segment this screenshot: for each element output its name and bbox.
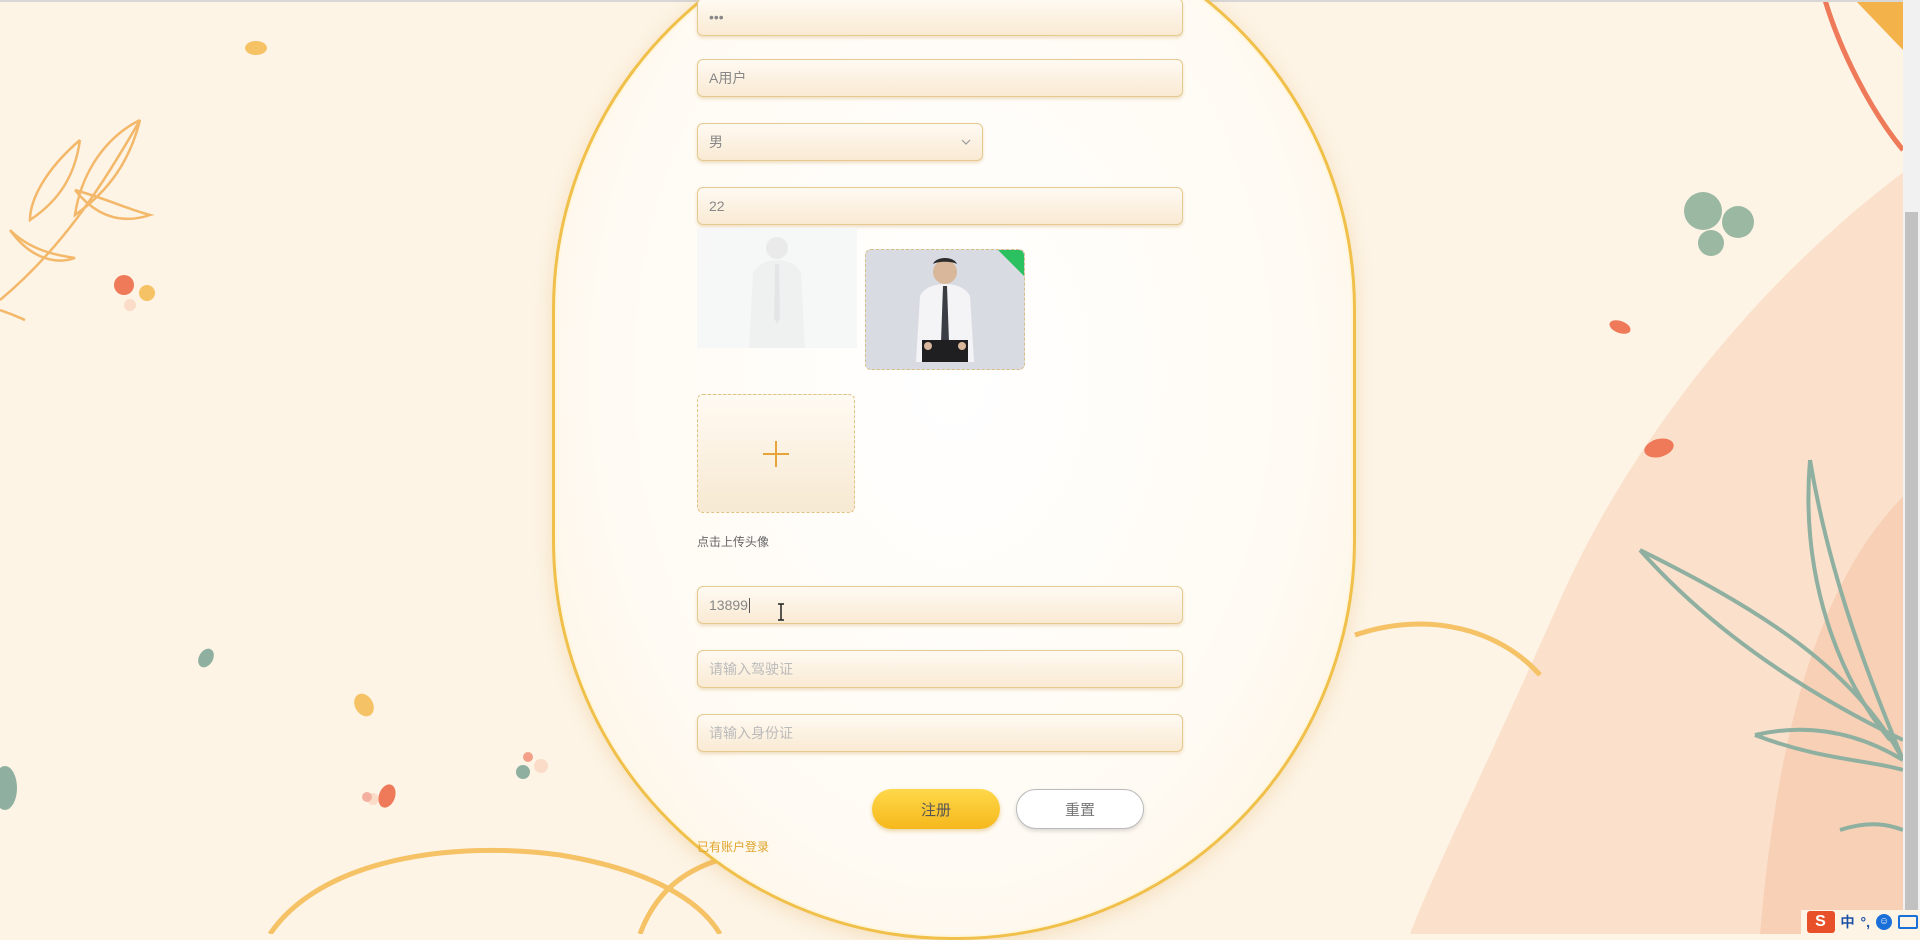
id-card-field[interactable]: 请输入身份证	[697, 714, 1183, 752]
ime-toolbar[interactable]: S 中 °, ☺	[1801, 910, 1920, 934]
age-field[interactable]: 22	[697, 187, 1183, 225]
gender-select[interactable]: 男	[697, 123, 983, 161]
avatar-upload-button[interactable]	[697, 394, 855, 513]
phone-field[interactable]: 13899	[697, 586, 1183, 624]
upload-tip: 点击上传头像	[697, 533, 769, 550]
register-button[interactable]: 注册	[872, 789, 1000, 829]
vertical-scrollbar[interactable]	[1903, 0, 1920, 934]
person-image	[697, 228, 857, 348]
age-value: 22	[709, 198, 725, 214]
reset-button[interactable]: 重置	[1016, 789, 1144, 829]
login-link[interactable]: 已有账户登录	[697, 838, 769, 855]
password-field[interactable]: •••	[697, 0, 1183, 36]
driver-license-placeholder: 请输入驾驶证	[709, 659, 793, 679]
uploaded-avatar[interactable]	[865, 249, 1025, 370]
scrollbar-thumb[interactable]	[1905, 212, 1918, 934]
phone-value: 13899	[709, 597, 748, 613]
ime-language-toggle[interactable]: 中	[1841, 912, 1855, 932]
id-card-placeholder: 请输入身份证	[709, 723, 793, 743]
ime-punctuation-toggle[interactable]: °,	[1861, 914, 1871, 930]
text-caret	[749, 598, 750, 613]
upload-success-badge	[997, 249, 1025, 277]
avatar-preview-faded	[697, 228, 857, 348]
chevron-down-icon	[961, 137, 971, 147]
username-value: A用户	[709, 68, 746, 88]
ime-logo-icon[interactable]: S	[1807, 911, 1835, 933]
keyboard-icon[interactable]	[1898, 915, 1918, 929]
plus-icon	[762, 440, 790, 468]
gender-value: 男	[709, 132, 723, 152]
driver-license-field[interactable]: 请输入驾驶证	[697, 650, 1183, 688]
username-field[interactable]: A用户	[697, 59, 1183, 97]
text-cursor-icon	[776, 603, 786, 621]
password-value: •••	[709, 9, 724, 25]
smiley-icon[interactable]: ☺	[1876, 914, 1892, 930]
